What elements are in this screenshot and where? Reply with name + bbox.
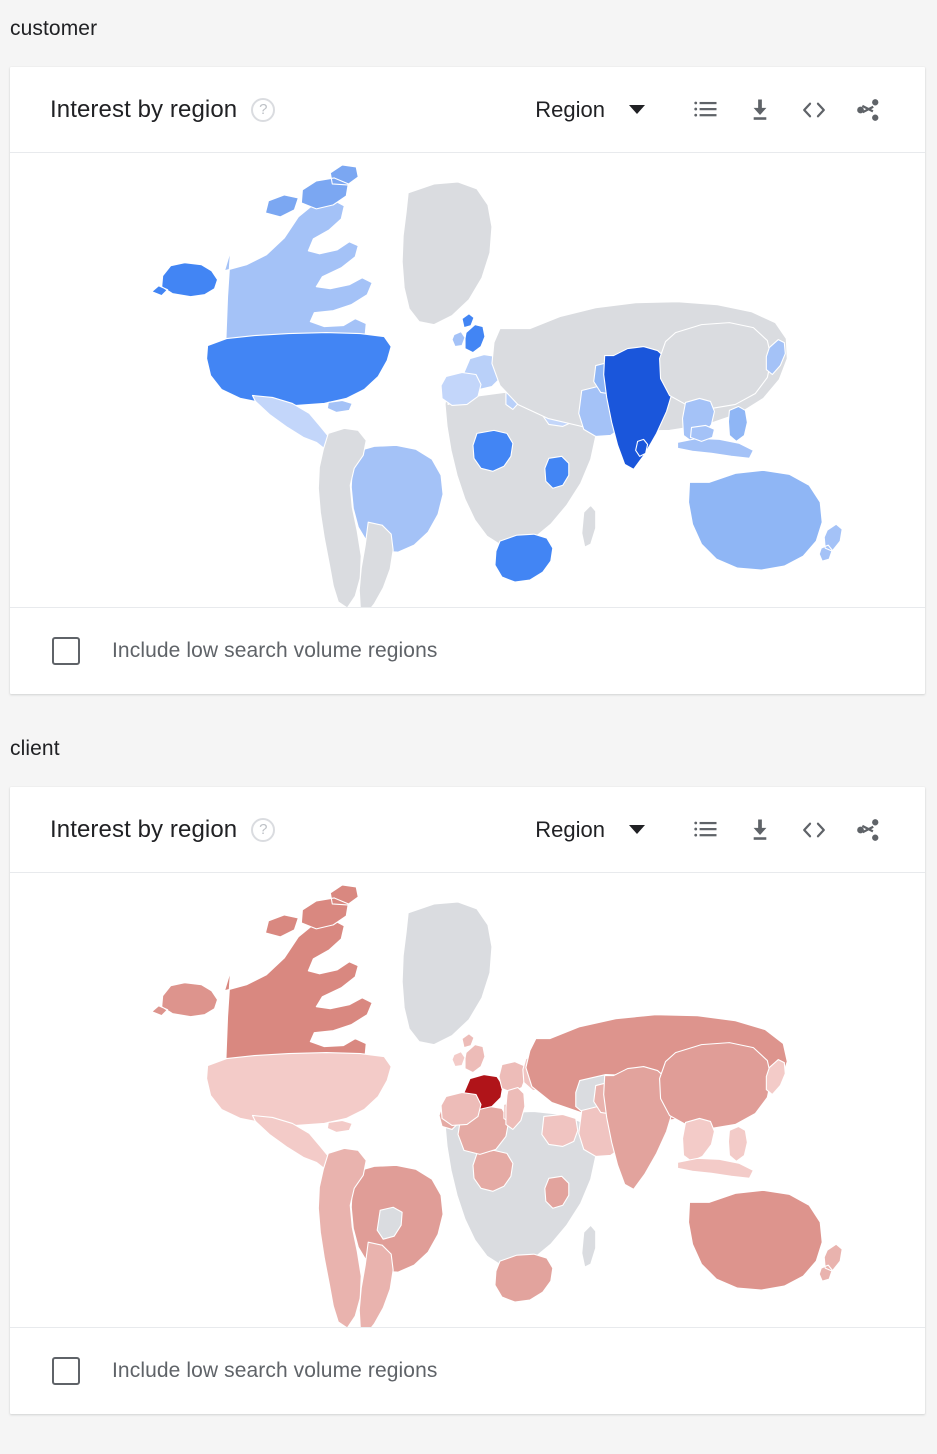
chevron-down-icon: [629, 825, 645, 834]
region-united-kingdom: [461, 1033, 486, 1074]
region-southeast-asia: [681, 1117, 716, 1162]
region-breakdown-value: Region: [535, 96, 605, 122]
term-label-client: client: [10, 737, 60, 760]
region-australia: [687, 469, 823, 571]
region-alaska: [151, 262, 219, 298]
region-indonesia: [676, 1157, 754, 1179]
include-low-volume-checkbox[interactable]: [52, 1357, 80, 1385]
low-volume-footer: Include low search volume regions: [10, 608, 925, 694]
page-title: Interest by region: [50, 815, 238, 843]
region-south-africa: [494, 533, 554, 583]
share-icon[interactable]: [841, 83, 895, 137]
card-header: Interest by region ? Region: [10, 787, 925, 873]
page-title: Interest by region: [50, 95, 238, 123]
region-new-zealand: [818, 523, 843, 562]
include-low-volume-checkbox[interactable]: [52, 637, 80, 665]
region-china: [659, 1042, 772, 1129]
download-icon[interactable]: [733, 83, 787, 137]
download-icon[interactable]: [733, 803, 787, 857]
region-sri-lanka: [635, 438, 649, 457]
region-brazil: [350, 444, 444, 553]
card-header-toolbar: Region: [535, 803, 895, 857]
world-map-svg: [151, 164, 843, 607]
card-header-left: Interest by region ?: [50, 96, 535, 124]
card-header-left: Interest by region ?: [50, 816, 535, 844]
region-united-kingdom: [461, 313, 486, 354]
include-low-volume-label: Include low search volume regions: [112, 1359, 438, 1382]
world-map-choropleth-customer[interactable]: [10, 153, 925, 608]
region-indonesia: [676, 437, 754, 459]
region-breakdown-dropdown[interactable]: Region: [535, 817, 645, 843]
term-label-customer: customer: [10, 17, 98, 40]
help-circle-icon[interactable]: ?: [251, 97, 276, 122]
region-breakdown-dropdown[interactable]: Region: [535, 97, 645, 123]
trends-region-page: customer Interest by region ? Region Inc…: [0, 0, 937, 1454]
card-header-toolbar: Region: [535, 83, 895, 137]
chevron-down-icon: [629, 105, 645, 114]
region-alaska: [151, 982, 219, 1018]
region-south-africa: [494, 1253, 554, 1303]
embed-code-icon[interactable]: [787, 803, 841, 857]
embed-code-icon[interactable]: [787, 83, 841, 137]
region-united-states: [206, 1052, 392, 1126]
region-caribbean: [326, 1119, 353, 1133]
region-greenland: [401, 901, 493, 1046]
region-ireland: [451, 331, 466, 348]
world-map-choropleth-client[interactable]: [10, 873, 925, 1328]
help-circle-icon[interactable]: ?: [251, 817, 276, 842]
region-madagascar: [581, 1224, 597, 1268]
region-new-zealand: [818, 1243, 843, 1282]
region-greenland: [401, 181, 493, 326]
interest-by-region-card-customer: Interest by region ? Region Include low …: [10, 67, 925, 694]
region-australia: [687, 1189, 823, 1291]
region-philippines: [727, 1125, 748, 1162]
region-ireland: [451, 1051, 466, 1068]
card-header: Interest by region ? Region: [10, 67, 925, 153]
include-low-volume-label: Include low search volume regions: [112, 639, 438, 662]
share-icon[interactable]: [841, 803, 895, 857]
interest-by-region-card-client: Interest by region ? Region Include low …: [10, 787, 925, 1414]
world-map-svg: [151, 884, 843, 1327]
region-caribbean: [326, 399, 353, 413]
region-madagascar: [581, 504, 597, 548]
region-united-states: [206, 332, 392, 406]
region-germany: [498, 1061, 527, 1094]
list-view-icon[interactable]: [679, 803, 733, 857]
region-egypt: [541, 1113, 579, 1147]
region-philippines: [727, 405, 748, 442]
region-breakdown-value: Region: [535, 816, 605, 842]
list-view-icon[interactable]: [679, 83, 733, 137]
low-volume-footer: Include low search volume regions: [10, 1328, 925, 1414]
